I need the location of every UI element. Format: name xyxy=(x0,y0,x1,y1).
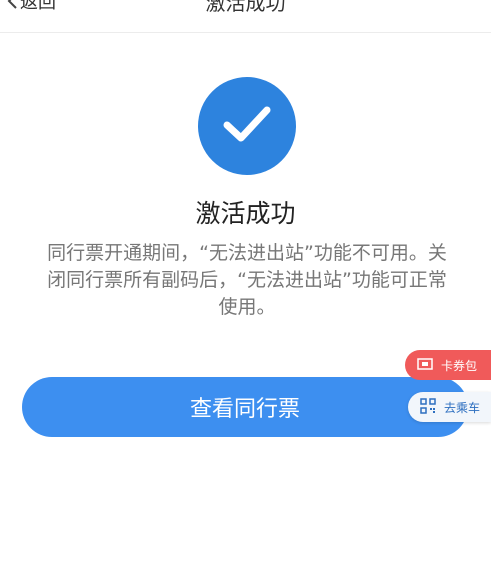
card-pack-label: 卡券包 xyxy=(441,358,478,373)
success-heading: 激活成功 xyxy=(195,199,296,228)
page-title: 激活成功 xyxy=(205,0,286,15)
go-ride-label: 去乘车 xyxy=(444,400,481,415)
success-badge xyxy=(198,77,296,175)
checkmark-icon xyxy=(222,104,272,148)
card-pack-button[interactable]: 卡券包 xyxy=(405,350,491,380)
qr-code-icon xyxy=(420,397,436,417)
description-text: 同行票开通期间，“无法进出站”功能不可用。关闭同行票所有副码后，“无法进出站”功… xyxy=(47,242,447,318)
view-ticket-button[interactable]: 查看同行票 xyxy=(22,377,468,437)
go-ride-button[interactable]: 去乘车 xyxy=(408,392,491,422)
ticket-icon xyxy=(417,357,433,373)
nav-bar: 返回 激活成功 xyxy=(0,0,491,33)
view-ticket-button-label: 查看同行票 xyxy=(189,397,300,422)
